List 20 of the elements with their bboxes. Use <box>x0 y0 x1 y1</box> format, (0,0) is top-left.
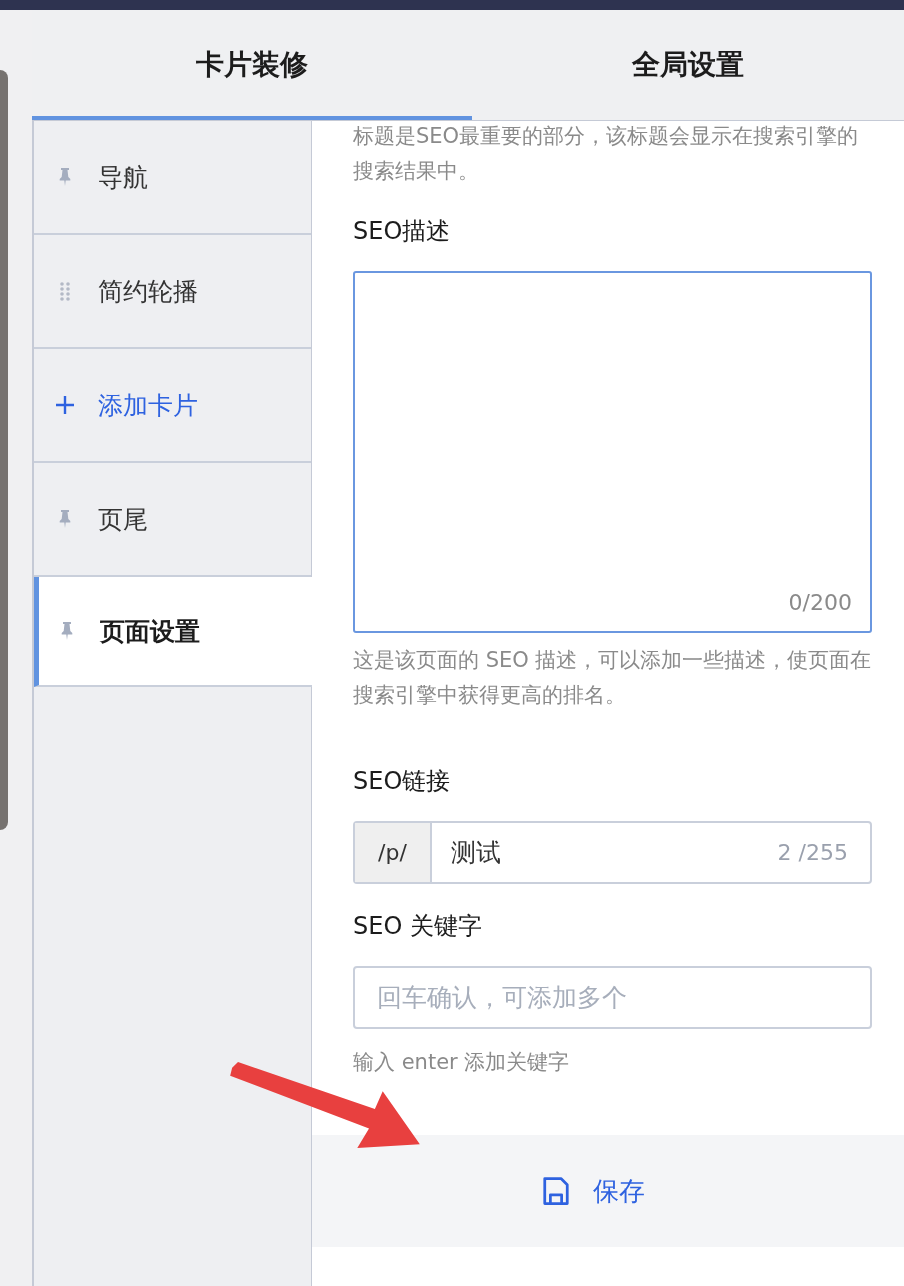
sidebar-item[interactable]: 导航 <box>34 121 311 235</box>
help-text: 这是该页面的 SEO 描述，可以添加一些描述，使页面在搜索引擎中获得更高的排名。 <box>353 647 872 709</box>
field-label: SEO 关键字 <box>353 911 483 942</box>
tab[interactable]: 全局设置 <box>472 10 904 120</box>
character-counter: 2 /255 <box>777 840 848 865</box>
plus-icon <box>55 395 75 415</box>
url-prefix: /p/ <box>355 823 432 882</box>
field-value: 测试 <box>451 837 502 869</box>
keywords-input[interactable]: 回车确认，可添加多个 <box>353 966 872 1029</box>
sidebar-item[interactable]: 简约轮播 <box>34 235 311 349</box>
drag-handle-icon <box>58 281 72 301</box>
sidebar-item[interactable]: 添加卡片 <box>34 349 311 463</box>
link-field[interactable]: /p/ 测试 2 /255 <box>353 821 872 884</box>
save-button[interactable]: 保存 <box>531 1167 655 1215</box>
field-label: SEO描述 <box>353 216 452 247</box>
character-counter: 0/200 <box>788 590 852 615</box>
sidebar-item[interactable]: 页面设置 <box>34 577 312 687</box>
help-text: 输入 enter 添加关键字 <box>353 1049 571 1076</box>
field-label: SEO链接 <box>353 766 452 797</box>
help-text: 标题是SEO最重要的部分，该标题会显示在搜索引擎的搜索结果中。 <box>353 123 860 185</box>
